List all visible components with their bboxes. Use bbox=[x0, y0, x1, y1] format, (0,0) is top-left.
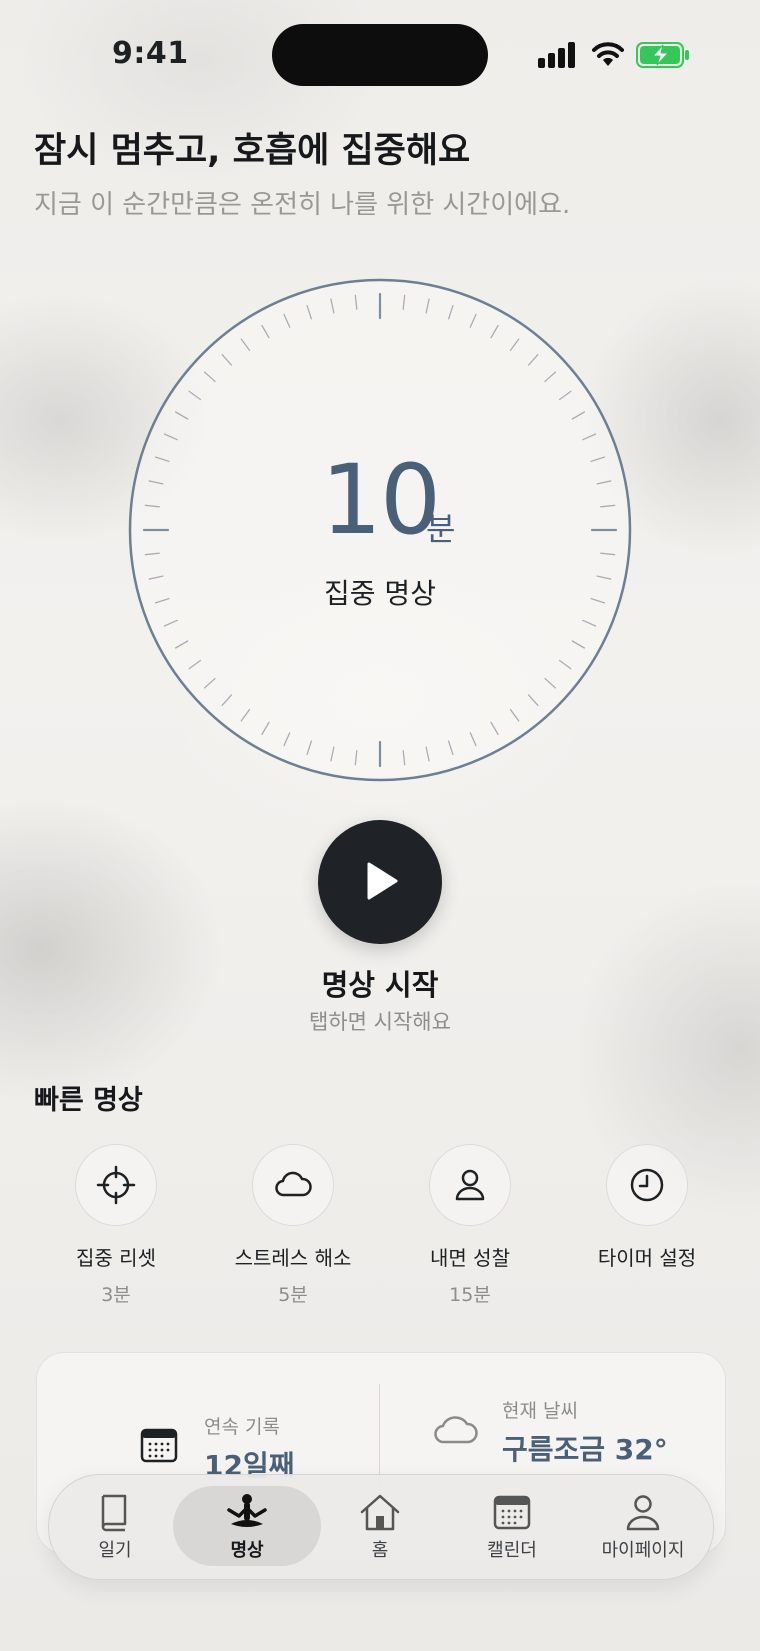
quick-item-button[interactable] bbox=[429, 1144, 511, 1226]
quick-item-name: 내면 성찰 bbox=[430, 1246, 510, 1270]
status-time: 9:41 bbox=[112, 36, 189, 71]
tab-diary[interactable]: 일기 bbox=[50, 1486, 180, 1566]
quick-item-name: 타이머 설정 bbox=[597, 1246, 697, 1270]
tab-label: 홈 bbox=[371, 1540, 389, 1561]
battery-icon bbox=[636, 42, 689, 68]
quick-item-duration: 3분 bbox=[101, 1284, 131, 1306]
quick-item-name: 스트레스 해소 bbox=[234, 1246, 352, 1270]
quick-meditation-title: 빠른 명상 bbox=[34, 1085, 143, 1116]
tab-label: 마이페이지 bbox=[601, 1540, 685, 1561]
clock-icon bbox=[630, 1168, 664, 1202]
tab-calendar[interactable]: 캘린더 bbox=[447, 1486, 577, 1566]
quick-item-button[interactable] bbox=[75, 1144, 157, 1226]
book-icon bbox=[101, 1494, 127, 1532]
tab-mypage[interactable]: 마이페이지 bbox=[578, 1486, 708, 1566]
start-meditation-label[interactable]: 명상 시작 bbox=[230, 962, 530, 1004]
play-button[interactable] bbox=[318, 820, 442, 944]
timer-minutes: 10 bbox=[320, 444, 441, 556]
tab-meditation[interactable]: 명상 bbox=[173, 1486, 321, 1566]
page-title: 잠시 멈추고, 호흡에 집중해요 bbox=[34, 131, 471, 171]
weather-value: 구름조금 32° bbox=[502, 1433, 668, 1466]
meditation-icon bbox=[227, 1494, 267, 1527]
cloud-icon bbox=[275, 1171, 312, 1197]
quick-item-button[interactable] bbox=[606, 1144, 688, 1226]
start-hint: 탭하면 시작해요 bbox=[309, 1010, 451, 1034]
weather-cloud-icon bbox=[434, 1416, 478, 1444]
crosshair-icon bbox=[96, 1165, 136, 1205]
quick-item-button[interactable] bbox=[252, 1144, 334, 1226]
calendar-icon bbox=[140, 1428, 178, 1463]
tab-label: 일기 bbox=[98, 1540, 132, 1561]
tab-home[interactable]: 홈 bbox=[315, 1486, 445, 1566]
page-subtitle: 지금 이 순간만큼은 온전히 나를 위한 시간이에요. bbox=[34, 190, 571, 220]
quick-item-duration: 5분 bbox=[278, 1284, 308, 1306]
calendar-icon bbox=[493, 1495, 531, 1530]
play-icon bbox=[367, 862, 398, 900]
dynamic-island bbox=[272, 24, 488, 86]
tab-label: 명상 bbox=[230, 1540, 264, 1561]
timer-mode-label: 집중 명상 bbox=[324, 577, 436, 610]
quick-item-name: 집중 리셋 bbox=[76, 1246, 156, 1270]
wifi-icon bbox=[592, 42, 624, 66]
weather-label: 현재 날씨 bbox=[502, 1400, 578, 1422]
quick-item-duration: 15분 bbox=[449, 1284, 491, 1306]
person-icon bbox=[455, 1169, 485, 1201]
person-icon bbox=[626, 1495, 660, 1531]
timer-unit: 분 bbox=[426, 510, 456, 548]
tab-label: 캘린더 bbox=[487, 1540, 537, 1561]
streak-label: 연속 기록 bbox=[204, 1416, 280, 1438]
cellular-signal-icon bbox=[538, 42, 575, 68]
home-icon bbox=[360, 1494, 400, 1531]
